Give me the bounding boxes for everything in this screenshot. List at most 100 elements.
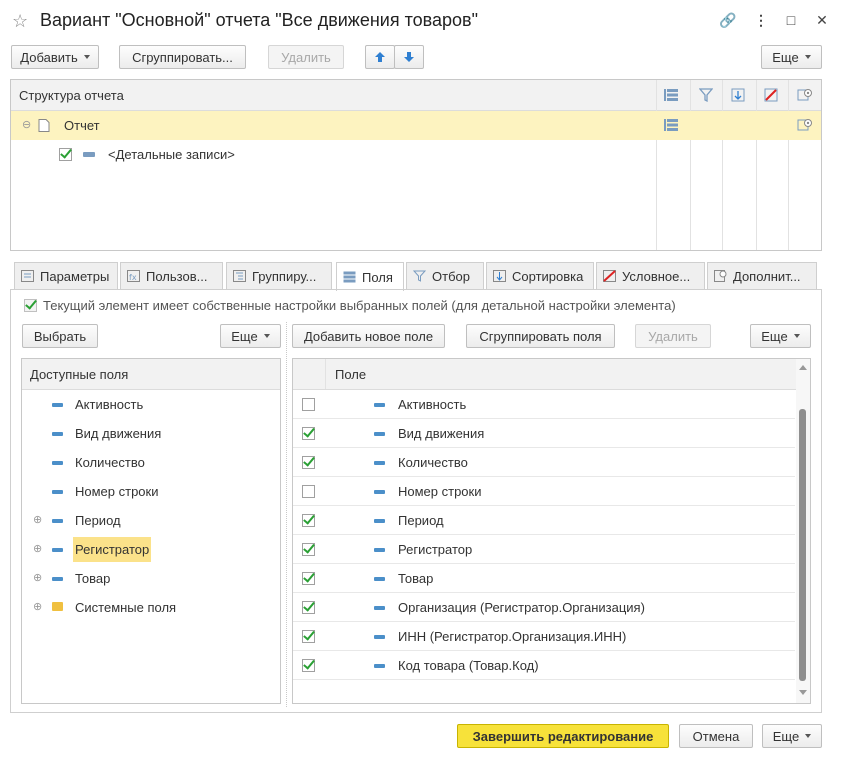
structure-header-label: Структура отчета — [19, 88, 124, 103]
available-fields-header-label: Доступные поля — [30, 367, 129, 382]
close-icon[interactable]: ✕ — [812, 12, 832, 32]
expand-icon[interactable]: ⊕ — [33, 515, 42, 526]
selected-fields-header-label: Поле — [335, 367, 367, 382]
selected-field-row[interactable]: Товар — [293, 564, 795, 593]
field-use-checkbox[interactable] — [302, 543, 315, 556]
tab-parameters[interactable]: Параметры — [14, 262, 118, 289]
tab-label: Группиру... — [252, 268, 317, 284]
available-field-item[interactable]: Активность — [22, 390, 280, 419]
selected-field-row[interactable]: Регистратор — [293, 535, 795, 564]
available-field-label: Системные поля — [75, 600, 177, 615]
field-use-checkbox[interactable] — [302, 514, 315, 527]
field-use-checkbox[interactable] — [302, 485, 315, 498]
structure-row-detail[interactable]: <Детальные записи> — [11, 140, 651, 169]
tab-conditional-format[interactable]: Условное... — [596, 262, 705, 289]
selected-field-row[interactable]: Период — [293, 506, 795, 535]
available-field-item[interactable]: Вид движения — [22, 419, 280, 448]
selected-field-row[interactable]: Активность — [293, 390, 795, 419]
field-use-checkbox[interactable] — [302, 601, 315, 614]
scroll-up-icon[interactable] — [799, 365, 807, 370]
tab-fields[interactable]: Поля — [336, 262, 404, 291]
tab-sorting[interactable]: Сортировка — [486, 262, 594, 289]
tab-additional[interactable]: Дополнит... — [707, 262, 817, 289]
scrollbar[interactable] — [796, 359, 810, 703]
available-field-item[interactable]: ⊕ Регистратор — [22, 535, 280, 564]
field-use-checkbox[interactable] — [302, 398, 315, 411]
tab-groupings[interactable]: Группиру... — [226, 262, 332, 289]
available-field-label: Номер строки — [75, 484, 159, 499]
expand-icon[interactable]: ⊕ — [33, 573, 42, 584]
own-settings-checkbox[interactable] — [24, 299, 37, 312]
available-field-item[interactable]: ⊕ Период — [22, 506, 280, 535]
favorite-star-icon[interactable]: ☆ — [12, 11, 28, 32]
attribute-icon — [374, 664, 385, 668]
detail-records-icon — [83, 152, 95, 157]
selected-field-label: Вид движения — [398, 426, 485, 441]
finish-editing-button[interactable]: Завершить редактирование — [457, 724, 669, 748]
tab-label: Поля — [362, 269, 393, 285]
add-new-field-label: Добавить новое поле — [303, 328, 434, 344]
conditional-format-column-icon — [764, 88, 778, 102]
move-down-button[interactable] — [394, 45, 424, 69]
expand-icon[interactable]: ⊕ — [33, 602, 42, 613]
link-icon[interactable]: 🔗 — [718, 12, 738, 32]
selected-field-row[interactable]: Организация (Регистратор.Организация) — [293, 593, 795, 622]
structure-row-label: <Детальные записи> — [108, 147, 235, 162]
group-fields-button[interactable]: Сгруппировать поля — [466, 324, 615, 348]
selected-field-label: ИНН (Регистратор.Организация.ИНН) — [398, 629, 627, 644]
group-button[interactable]: Сгруппировать... — [119, 45, 246, 69]
available-field-item[interactable]: ⊕ Системные поля — [22, 593, 280, 622]
delete-button[interactable]: Удалить — [268, 45, 344, 69]
collapse-icon[interactable]: ⊖ — [22, 120, 31, 131]
selected-field-row[interactable]: Вид движения — [293, 419, 795, 448]
field-use-checkbox[interactable] — [302, 659, 315, 672]
move-up-button[interactable] — [365, 45, 395, 69]
select-button[interactable]: Выбрать — [22, 324, 98, 348]
groupings-icon — [664, 119, 678, 131]
sort-column-icon — [731, 88, 745, 102]
tab-label: Сортировка — [512, 268, 584, 284]
attribute-icon — [52, 548, 63, 552]
attribute-icon — [374, 577, 385, 581]
available-field-item[interactable]: Номер строки — [22, 477, 280, 506]
expand-icon[interactable]: ⊕ — [33, 544, 42, 555]
group-fields-label: Сгруппировать поля — [479, 328, 602, 344]
left-more-button[interactable]: Еще — [220, 324, 281, 348]
structure-row-report[interactable]: ⊖ Отчет — [11, 111, 821, 140]
tab-filter[interactable]: Отбор — [406, 262, 484, 289]
tab-label: Пользов... — [146, 268, 208, 284]
field-use-checkbox[interactable] — [302, 456, 315, 469]
tab-user-fields[interactable]: fx Пользов... — [120, 262, 223, 289]
selected-field-label: Регистратор — [398, 542, 473, 557]
selected-field-row[interactable]: Номер строки — [293, 477, 795, 506]
field-use-checkbox[interactable] — [302, 630, 315, 643]
available-field-item[interactable]: Количество — [22, 448, 280, 477]
more-button[interactable]: Еще — [761, 45, 822, 69]
add-new-field-button[interactable]: Добавить новое поле — [292, 324, 445, 348]
field-use-checkbox[interactable] — [302, 427, 315, 440]
selected-field-label: Товар — [398, 571, 434, 586]
pane-splitter[interactable] — [286, 322, 288, 707]
scroll-down-icon[interactable] — [799, 690, 807, 695]
selected-field-row[interactable]: Код товара (Товар.Код) — [293, 651, 795, 680]
detail-records-checkbox[interactable] — [59, 148, 72, 161]
footer-more-button[interactable]: Еще — [762, 724, 822, 748]
delete-button-label: Удалить — [281, 49, 331, 65]
more-menu-icon[interactable]: ⋮ — [751, 12, 771, 32]
svg-text:fx: fx — [129, 273, 137, 282]
attribute-icon — [374, 548, 385, 552]
maximize-icon[interactable]: □ — [781, 12, 801, 32]
selected-field-row[interactable]: ИНН (Регистратор.Организация.ИНН) — [293, 622, 795, 651]
footer-more-label: Еще — [772, 728, 800, 744]
field-use-checkbox[interactable] — [302, 572, 315, 585]
selected-field-row[interactable]: Количество — [293, 448, 795, 477]
group-button-label: Сгруппировать... — [132, 49, 233, 65]
available-field-item[interactable]: ⊕ Товар — [22, 564, 280, 593]
conditional-format-icon — [603, 270, 616, 282]
right-more-label: Еще — [761, 328, 788, 344]
add-button[interactable]: Добавить — [11, 45, 99, 69]
delete-field-button[interactable]: Удалить — [635, 324, 711, 348]
cancel-button[interactable]: Отмена — [679, 724, 753, 748]
scrollbar-thumb[interactable] — [799, 409, 806, 681]
right-more-button[interactable]: Еще — [750, 324, 811, 348]
